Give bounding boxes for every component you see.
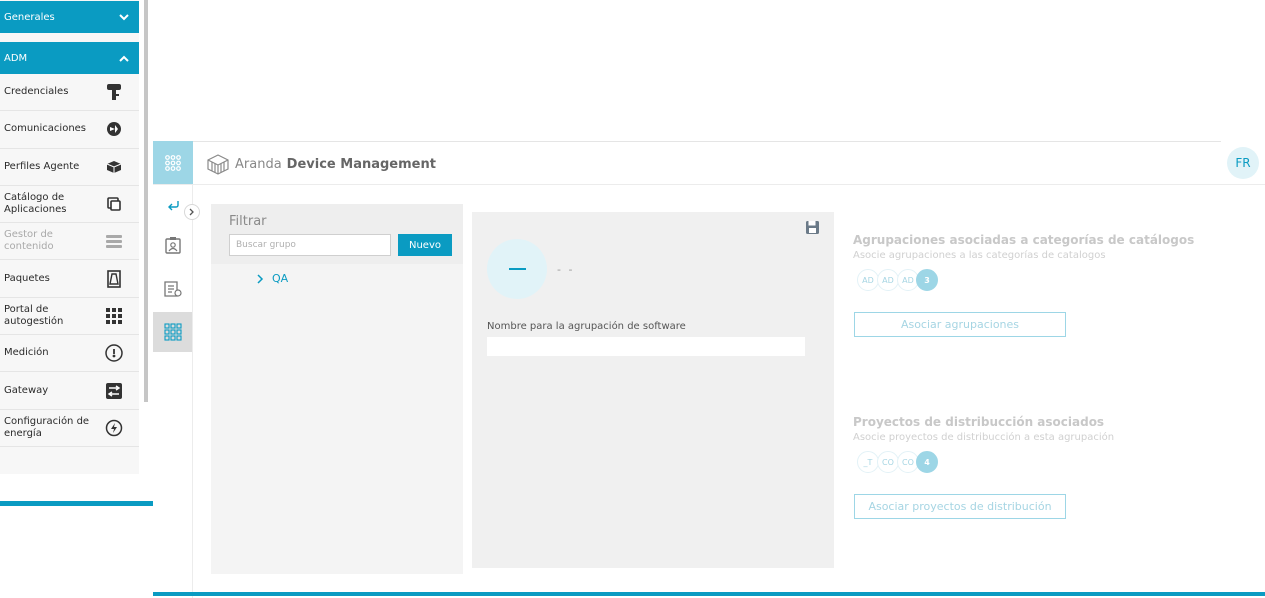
project-chip[interactable]: CO — [877, 451, 899, 473]
id-card-icon — [164, 237, 181, 254]
menu-item-medicion[interactable]: Medición — [0, 335, 139, 373]
associate-projects-button[interactable]: Asociar proyectos de distribución — [854, 494, 1066, 519]
menu-header-label: ADM — [4, 52, 28, 64]
groups-grid-icon — [163, 323, 182, 341]
menu-item-gateway[interactable]: Gateway — [0, 372, 139, 410]
agent-profile-icon — [105, 158, 123, 176]
apps-button[interactable] — [153, 141, 193, 184]
group-chip[interactable]: AD — [877, 269, 899, 291]
chevron-up-icon — [117, 51, 131, 65]
minus-icon — [508, 268, 526, 270]
search-group-input[interactable] — [229, 234, 391, 256]
menu-item-label: Credenciales — [4, 86, 69, 98]
left-underline — [0, 501, 153, 506]
brand: Aranda Device Management — [206, 153, 436, 175]
menu-item-label: Medición — [4, 347, 49, 359]
package-icon — [105, 269, 123, 288]
bottom-accent-line — [153, 592, 1265, 596]
gateway-icon — [105, 382, 123, 400]
aranda-logo-icon — [207, 154, 229, 175]
tree-node[interactable]: QA — [257, 272, 288, 285]
back-arrow-icon — [167, 201, 179, 211]
menu-item-label: Catálogo de Aplicaciones — [4, 192, 67, 216]
top-divider — [193, 141, 1221, 142]
menu-item-credenciales[interactable]: Credenciales — [0, 74, 139, 112]
section-title: Proyectos de distribucción asociados — [853, 415, 1105, 429]
menu-scrollbar[interactable] — [144, 0, 148, 402]
tool-reports[interactable] — [153, 269, 192, 309]
tool-software-groups[interactable] — [153, 312, 192, 352]
chevron-right-icon — [189, 208, 194, 216]
chip-list: AD AD AD 3 — [853, 269, 1213, 291]
menu-item-label: Perfiles Agente — [4, 160, 80, 172]
menu-item-comunicaciones[interactable]: Comunicaciones — [0, 111, 139, 149]
menu-item-configuracion-energia[interactable]: Configuración de energía — [0, 410, 139, 447]
catalog-groups-section: Agrupaciones asociadas a categorías de c… — [853, 233, 1213, 337]
key-icon — [105, 83, 123, 101]
name-field-label: Nombre para la agrupación de software — [487, 321, 686, 332]
communications-icon — [105, 120, 123, 138]
menu-item-label: Portal de autogestión — [4, 303, 64, 327]
gauge-icon — [105, 344, 123, 362]
expand-panel-button[interactable] — [184, 204, 200, 220]
section-title: Agrupaciones asociadas a categorías de c… — [853, 233, 1195, 247]
detail-card: - - Nombre para la agrupación de softwar… — [472, 212, 834, 568]
menu-header-adm[interactable]: ADM — [0, 42, 139, 74]
associate-groups-button[interactable]: Asociar agrupaciones — [854, 312, 1066, 337]
group-avatar — [487, 239, 547, 299]
chip-count-badge[interactable]: 4 — [916, 451, 938, 473]
menu-item-label: Comunicaciones — [4, 123, 87, 135]
menu-item-gestor-contenido[interactable]: Gestor de contenido — [0, 223, 139, 261]
section-subtitle: Asocie proyectos de distribucción a esta… — [853, 432, 1115, 443]
menu-item-label: Gestor de contenido — [4, 229, 54, 253]
section-subtitle: Asocie agrupaciones a las categorías de … — [853, 250, 1106, 261]
name-field[interactable] — [487, 337, 805, 356]
menu-item-paquetes[interactable]: Paquetes — [0, 260, 139, 298]
filter-title: Filtrar — [229, 214, 267, 229]
distribution-projects-section: Proyectos de distribucción asociados Aso… — [853, 415, 1213, 519]
chevron-right-icon — [257, 273, 264, 284]
energy-icon — [105, 419, 123, 437]
menu-item-label: Gateway — [4, 384, 49, 396]
tree-node-label: QA — [272, 272, 289, 285]
app-catalog-icon — [105, 195, 123, 213]
user-avatar[interactable]: FR — [1227, 147, 1259, 179]
project-chip[interactable]: _T — [857, 451, 879, 473]
menu-item-catalogo-aplicaciones[interactable]: Catálogo de Aplicaciones — [0, 186, 139, 224]
save-icon[interactable] — [805, 220, 821, 236]
group-name: - - — [557, 263, 575, 276]
group-chip[interactable]: AD — [857, 269, 879, 291]
report-icon — [163, 281, 182, 297]
top-bar: Aranda Device Management FR — [153, 141, 1265, 185]
menu-items: Credenciales Comunicaciones Perfiles Age… — [0, 74, 139, 447]
menu-item-portal-autogestion[interactable]: Portal de autogestión — [0, 298, 139, 336]
menu-header-generales[interactable]: Generales — [0, 1, 139, 33]
filter-header: Filtrar Nuevo — [211, 204, 463, 264]
tool-contacts[interactable] — [153, 225, 192, 265]
menu-item-label: Configuración de energía — [4, 415, 90, 439]
app-frame: Aranda Device Management FR Filtrar Busc… — [153, 141, 1265, 598]
content-manager-icon — [105, 232, 123, 250]
menu-item-perfiles-agente[interactable]: Perfiles Agente — [0, 149, 139, 186]
grid-icon — [105, 307, 123, 325]
menu-header-label: Generales — [4, 11, 55, 23]
apps-grid-icon — [165, 154, 181, 171]
product-name: Device Management — [286, 156, 436, 172]
chip-count-badge[interactable]: 3 — [916, 269, 938, 291]
brand-name: Aranda — [235, 156, 282, 172]
chip-list: _T CO CO 4 — [853, 451, 1213, 473]
side-toolbar — [153, 185, 193, 598]
menu-item-label: Paquetes — [4, 272, 50, 284]
new-button[interactable]: Nuevo — [398, 234, 452, 256]
chevron-down-icon — [117, 10, 131, 24]
filter-panel: Filtrar Nuevo QA — [211, 204, 463, 574]
left-menu: Generales ADM Credenciales Comunicacione… — [0, 0, 139, 474]
